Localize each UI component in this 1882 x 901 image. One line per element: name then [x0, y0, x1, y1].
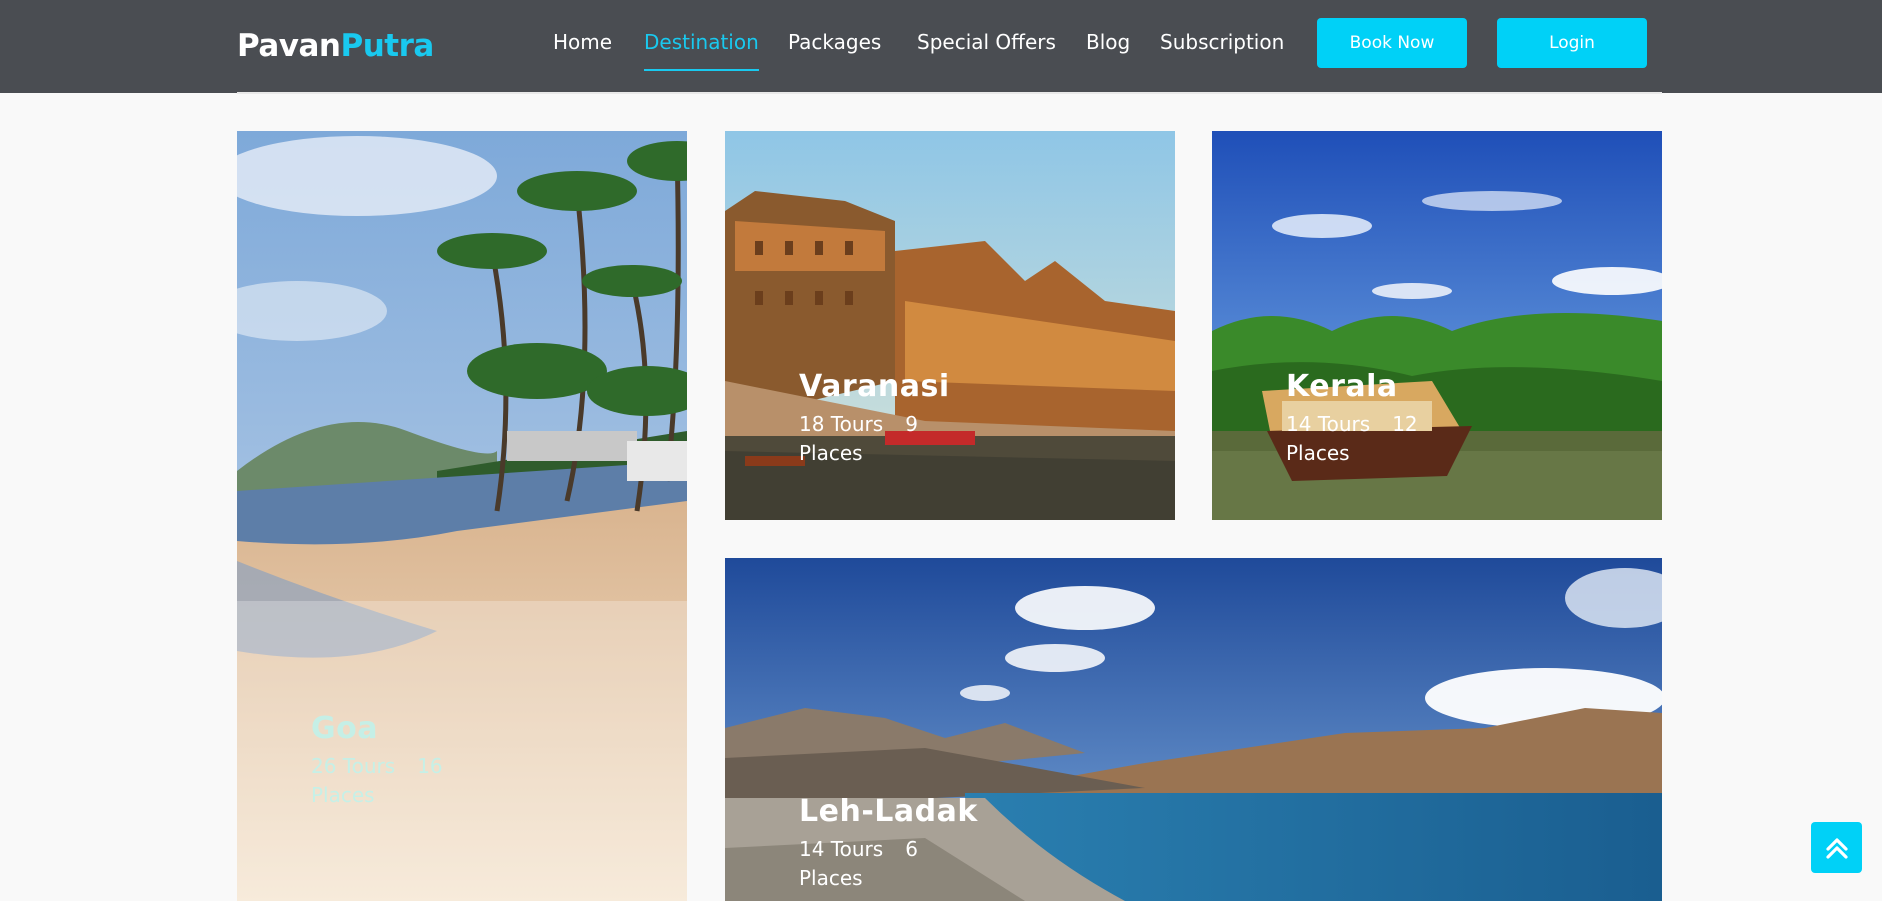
brand-name-part1: Pavan [237, 28, 341, 64]
destination-name: Leh-Ladak [799, 794, 978, 829]
site-header: PavanPutra Home Destination Packages Spe… [0, 0, 1882, 93]
varanasi-info: Varanasi 18 Tours 9 Places [799, 369, 979, 468]
nav-special-offers[interactable]: Special Offers [917, 30, 1056, 54]
destination-name: Varanasi [799, 369, 950, 404]
places-label: Places [799, 441, 863, 465]
places-count: 6 [905, 837, 918, 861]
book-now-button[interactable]: Book Now [1317, 18, 1467, 68]
header-divider [237, 92, 1662, 94]
destination-meta: 18 Tours 9 Places [799, 410, 979, 468]
places-label: Places [1286, 441, 1350, 465]
places-label: Places [311, 783, 375, 807]
kerala-info: Kerala 14 Tours 12 Places [1286, 369, 1466, 468]
nav-blog[interactable]: Blog [1086, 30, 1130, 54]
places-count: 16 [417, 754, 443, 778]
destination-name: Goa [311, 711, 378, 746]
destination-meta: 26 Tours 16 Places [311, 752, 491, 810]
nav-destination[interactable]: Destination [644, 30, 759, 54]
leh-ladak-info: Leh-Ladak 14 Tours 6 Places [799, 794, 979, 893]
destination-card-varanasi[interactable]: Varanasi 18 Tours 9 Places [725, 131, 1175, 520]
active-nav-underline [644, 69, 759, 71]
nav-home[interactable]: Home [553, 30, 612, 54]
nav-packages[interactable]: Packages [788, 30, 881, 54]
destination-meta: 14 Tours 12 Places [1286, 410, 1466, 468]
destination-meta: 14 Tours 6 Places [799, 835, 979, 893]
destination-card-kerala[interactable]: Kerala 14 Tours 12 Places [1212, 131, 1662, 520]
tours-count: 18 Tours [799, 412, 884, 436]
destination-card-goa[interactable]: Goa 26 Tours 16 Places [237, 131, 687, 901]
places-count: 12 [1392, 412, 1418, 436]
destination-name: Kerala [1286, 369, 1398, 404]
tours-count: 26 Tours [311, 754, 396, 778]
brand-name-part2: Putra [340, 28, 435, 64]
login-button[interactable]: Login [1497, 18, 1647, 68]
tours-count: 14 Tours [799, 837, 884, 861]
scroll-to-top-button[interactable] [1811, 822, 1862, 873]
destination-card-leh-ladak[interactable]: Leh-Ladak 14 Tours 6 Places [725, 558, 1662, 901]
nav-subscription[interactable]: Subscription [1160, 30, 1284, 54]
brand-logo[interactable]: PavanPutra [237, 28, 434, 64]
goa-info: Goa 26 Tours 16 Places [311, 711, 491, 810]
places-label: Places [799, 866, 863, 890]
places-count: 9 [905, 412, 918, 436]
double-chevron-up-icon [1825, 837, 1848, 859]
tours-count: 14 Tours [1286, 412, 1371, 436]
